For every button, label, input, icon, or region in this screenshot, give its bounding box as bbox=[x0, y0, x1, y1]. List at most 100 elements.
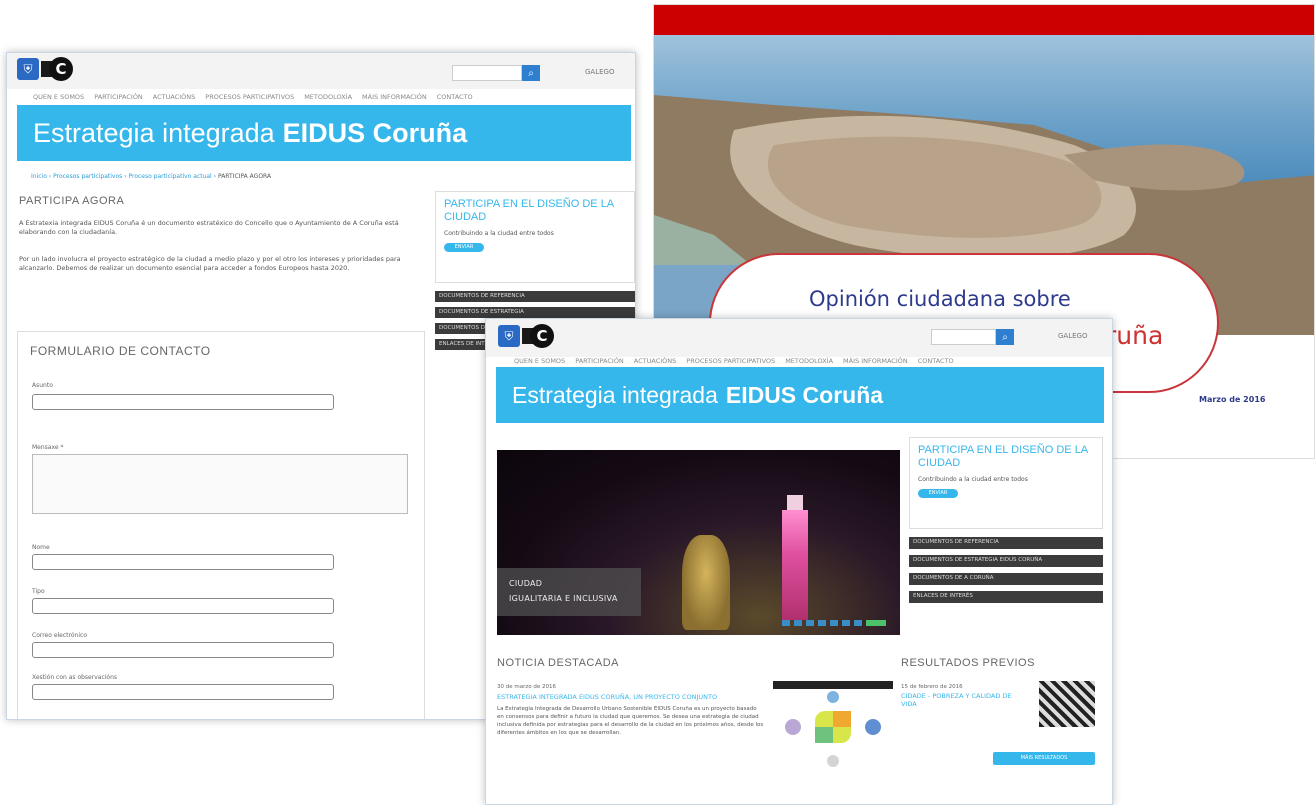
field-label: Tipo bbox=[32, 588, 45, 595]
field-label: Asunto bbox=[32, 382, 53, 389]
breadcrumb-item[interactable]: Procesos participativos bbox=[53, 173, 122, 180]
caption-line: CIUDAD bbox=[509, 579, 543, 588]
side-link[interactable]: DOCUMENTOS DE REFERENCIA bbox=[435, 291, 635, 302]
form-title: FORMULARIO DE CONTACTO bbox=[30, 344, 211, 358]
banner-title: Estrategia integrada bbox=[512, 381, 718, 408]
nav-item[interactable]: QUEN E SOMOS bbox=[514, 357, 565, 365]
language-switch[interactable]: GALEGO bbox=[1058, 332, 1087, 340]
site-banner: Estrategia integrada EIDUS Coruña bbox=[17, 105, 631, 161]
banner-title: Estrategia integrada bbox=[33, 117, 275, 148]
email-input[interactable] bbox=[32, 642, 334, 658]
hero-slider[interactable]: CIUDAD IGUALITARIA E INCLUSIVA bbox=[497, 450, 900, 635]
nav-item[interactable]: CONTACTO bbox=[918, 357, 954, 365]
news-headline-link[interactable]: ESTRATEGIA INTEGRADA EIDUS CORUÑA, UN PR… bbox=[497, 693, 717, 701]
slide-header-bar bbox=[654, 5, 1314, 35]
observations-input[interactable] bbox=[32, 684, 334, 700]
slider-dot[interactable] bbox=[830, 620, 838, 626]
search-icon[interactable]: ⌕ bbox=[522, 65, 540, 81]
top-bar bbox=[486, 319, 1112, 357]
field-label: Xestión con as observacións bbox=[32, 674, 118, 681]
c-logo-icon: C bbox=[530, 324, 554, 348]
field-label: Correo electrónico bbox=[32, 632, 87, 639]
side-link[interactable]: DOCUMENTOS DE A CORUÑA bbox=[909, 573, 1103, 585]
slider-dot[interactable] bbox=[854, 620, 862, 626]
name-input[interactable] bbox=[32, 554, 334, 570]
slider-dot[interactable] bbox=[806, 620, 814, 626]
field-label: Mensaxe * bbox=[32, 444, 64, 451]
field-label: Nome bbox=[32, 544, 50, 551]
nav-item[interactable]: METODOLOXÍA bbox=[304, 93, 352, 101]
slide-title: Opinión ciudadana sobre bbox=[809, 287, 1071, 311]
news-body: La Estrategia Integrada de Desarrollo Ur… bbox=[497, 706, 764, 736]
banner-title-bold: EIDUS Coruña bbox=[282, 117, 468, 148]
section-title: PARTICIPA AGORA bbox=[19, 195, 125, 207]
breadcrumb: Inicio › Procesos participativos › Proce… bbox=[31, 173, 272, 180]
nav-item[interactable]: ACTUACIÓNS bbox=[634, 357, 677, 365]
results-thumbnail bbox=[1039, 681, 1095, 727]
nav-item[interactable]: QUEN E SOMOS bbox=[33, 93, 84, 101]
nav-item[interactable]: MÁIS INFORMACIÓN bbox=[843, 357, 908, 365]
main-nav: QUEN E SOMOS PARTICIPACIÓN ACTUACIÓNS PR… bbox=[33, 93, 473, 101]
subject-input[interactable] bbox=[32, 394, 334, 410]
slider-dot[interactable] bbox=[782, 620, 790, 626]
card-subtitle: Contribuindo a la ciudad entre todos bbox=[444, 230, 554, 237]
caption-line: IGUALITARIA E INCLUSIVA bbox=[509, 594, 618, 603]
nav-item[interactable]: PARTICIPACIÓN bbox=[575, 357, 624, 365]
search-input[interactable] bbox=[931, 329, 996, 345]
nav-item[interactable]: MÁIS INFORMACIÓN bbox=[362, 93, 427, 101]
shield-icon: ⛨ bbox=[498, 325, 520, 347]
language-switch[interactable]: GALEGO bbox=[585, 68, 614, 76]
nav-item[interactable]: ACTUACIÓNS bbox=[153, 93, 196, 101]
side-link[interactable]: DOCUMENTOS DE ESTRATEGIA bbox=[435, 307, 635, 318]
top-bar bbox=[7, 53, 635, 89]
participate-card: PARTICIPA EN EL DISEÑO DE LA CIUDAD Cont… bbox=[435, 191, 635, 283]
intro-paragraph: Por un lado involucra el proyecto estrat… bbox=[19, 255, 401, 272]
results-section-title: RESULTADOS PREVIOS bbox=[901, 657, 1035, 669]
more-results-button[interactable]: MÁIS RESULTADOS bbox=[993, 752, 1095, 765]
card-title: PARTICIPA EN EL DISEÑO DE LA CIUDAD bbox=[444, 198, 614, 223]
lighthouse-tower bbox=[782, 510, 808, 620]
search-icon[interactable]: ⌕ bbox=[996, 329, 1014, 345]
side-link[interactable]: DOCUMENTOS DE REFERENCIA bbox=[909, 537, 1103, 549]
nav-item[interactable]: METODOLOXÍA bbox=[785, 357, 833, 365]
nav-item[interactable]: CONTACTO bbox=[437, 93, 473, 101]
site-banner: Estrategia integrada EIDUS Coruña bbox=[496, 367, 1104, 423]
intro-paragraph: A Estratexia integrada EIDUS Coruña é un… bbox=[19, 219, 399, 236]
c-logo-icon: C bbox=[49, 57, 73, 81]
card-subtitle: Contribuindo a la ciudad entre todos bbox=[918, 476, 1028, 483]
slider-dot[interactable] bbox=[818, 620, 826, 626]
nav-item[interactable]: PARTICIPACIÓN bbox=[94, 93, 143, 101]
nav-item[interactable]: PROCESOS PARTICIPATIVOS bbox=[205, 93, 294, 101]
card-button[interactable]: ENVIAR bbox=[918, 489, 958, 498]
strategy-diagram-image bbox=[773, 681, 893, 767]
breadcrumb-item[interactable]: Proceso participativo actual bbox=[128, 173, 211, 180]
banner-title-bold: EIDUS Coruña bbox=[725, 381, 884, 408]
search-input[interactable] bbox=[452, 65, 522, 81]
site-logo[interactable]: ⛨ C bbox=[17, 57, 73, 81]
slider-dot[interactable] bbox=[794, 620, 802, 626]
slide-title-line2: ruña bbox=[1106, 321, 1164, 350]
card-button[interactable]: ENVIAR bbox=[444, 243, 484, 252]
statue bbox=[682, 535, 730, 630]
card-title: PARTICIPA EN EL DISEÑO DE LA CIUDAD bbox=[918, 444, 1088, 469]
side-link[interactable]: ENLACES DE INTERÉS bbox=[909, 591, 1103, 603]
news-date: 30 de marzo de 2016 bbox=[497, 684, 556, 690]
slide-caption: CIUDAD IGUALITARIA E INCLUSIVA bbox=[497, 568, 641, 616]
type-input[interactable] bbox=[32, 598, 334, 614]
results-link[interactable]: CIDADE - POBREZA Y CALIDAD DE VIDA bbox=[901, 692, 1021, 708]
contact-form: FORMULARIO DE CONTACTO Asunto Mensaxe * … bbox=[17, 331, 425, 719]
slider-dots bbox=[782, 620, 886, 626]
breadcrumb-current: PARTICIPA AGORA bbox=[217, 173, 272, 180]
shield-icon: ⛨ bbox=[17, 58, 39, 80]
message-textarea[interactable] bbox=[32, 454, 408, 514]
slider-dot-active[interactable] bbox=[866, 620, 886, 626]
side-link[interactable]: DOCUMENTOS DE ESTRATEGIA EIDUS CORUÑA bbox=[909, 555, 1103, 567]
nav-item[interactable]: PROCESOS PARTICIPATIVOS bbox=[686, 357, 775, 365]
participate-card: PARTICIPA EN EL DISEÑO DE LA CIUDAD Cont… bbox=[909, 437, 1103, 529]
breadcrumb-item[interactable]: Inicio bbox=[31, 173, 47, 180]
home-page-screenshot: ⛨ C ⌕ GALEGO QUEN E SOMOS PARTICIPACIÓN … bbox=[485, 318, 1113, 805]
slide-date: Marzo de 2016 bbox=[1199, 395, 1266, 404]
site-logo[interactable]: ⛨ C bbox=[498, 324, 554, 348]
results-date: 15 de febrero de 2016 bbox=[901, 684, 963, 690]
slider-dot[interactable] bbox=[842, 620, 850, 626]
